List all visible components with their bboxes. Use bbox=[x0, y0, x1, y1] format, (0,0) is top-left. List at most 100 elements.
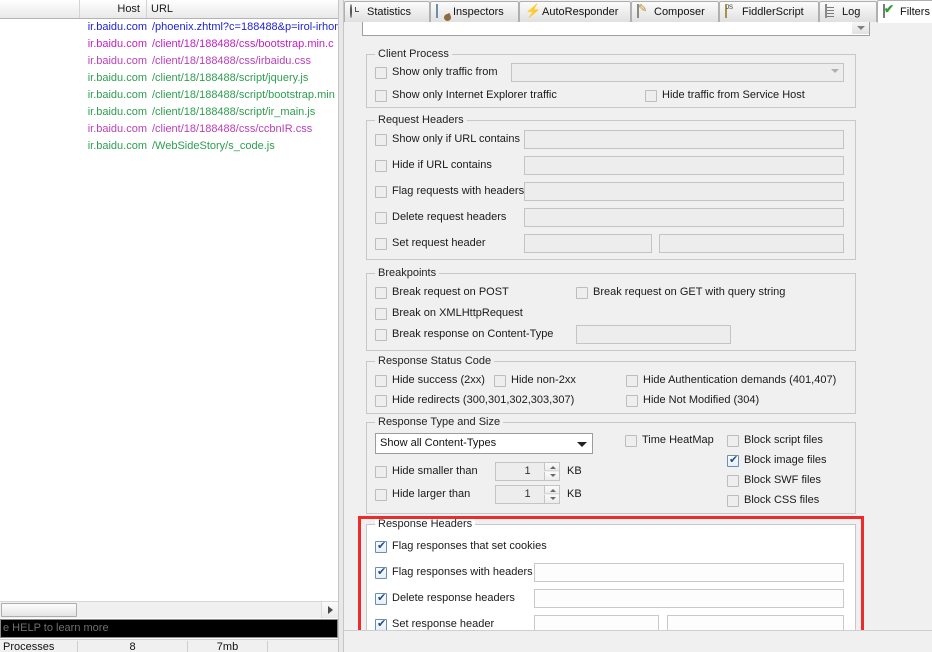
checkbox-hide-larger-than[interactable]: Hide larger than bbox=[375, 487, 470, 502]
checkbox-hide-redirects[interactable]: Hide redirects (300,301,302,303,307) bbox=[375, 393, 574, 408]
tab-filters[interactable]: Filters bbox=[877, 0, 932, 23]
checkbox-box[interactable] bbox=[645, 90, 657, 102]
table-row[interactable]: P ir.baidu.com /client/18/188488/css/irb… bbox=[0, 53, 338, 70]
checkbox-box[interactable] bbox=[626, 375, 638, 387]
checkbox-block-script-files[interactable]: Block script files bbox=[727, 433, 823, 448]
input-set-response-header-name[interactable] bbox=[534, 615, 659, 630]
checkbox-hide-success-2xx[interactable]: Hide success (2xx) bbox=[375, 373, 485, 388]
input-set-response-header-value[interactable] bbox=[667, 615, 844, 630]
checkbox-box[interactable] bbox=[375, 287, 387, 299]
checkbox-block-image-files[interactable]: Block image files bbox=[727, 453, 827, 468]
stepper-up-icon[interactable] bbox=[544, 486, 559, 494]
checkbox-set-response-header[interactable]: Set response header bbox=[375, 617, 494, 630]
horizontal-scrollbar[interactable] bbox=[0, 601, 338, 618]
checkbox-box[interactable] bbox=[375, 395, 387, 407]
tab-composer[interactable]: Composer bbox=[631, 1, 719, 22]
checkbox-show-only-if-url-contains[interactable]: Show only if URL contains bbox=[375, 132, 520, 147]
table-row[interactable]: P ir.baidu.com /client/18/188488/script/… bbox=[0, 104, 338, 121]
checkbox-box[interactable] bbox=[375, 308, 387, 320]
table-row[interactable]: P ir.baidu.com /client/18/188488/css/boo… bbox=[0, 36, 338, 53]
checkbox-box[interactable] bbox=[375, 619, 387, 631]
checkbox-box[interactable] bbox=[375, 329, 387, 341]
checkbox-box[interactable] bbox=[727, 435, 739, 447]
scrollbar-thumb[interactable] bbox=[1, 603, 77, 617]
chevron-down-icon[interactable] bbox=[831, 69, 839, 73]
input-flag-requests-with-headers[interactable] bbox=[524, 182, 844, 201]
column-header-host[interactable]: Host bbox=[80, 0, 147, 18]
checkbox-hide-smaller-than[interactable]: Hide smaller than bbox=[375, 464, 478, 479]
checkbox-box[interactable] bbox=[375, 134, 387, 146]
tab-log[interactable]: Log bbox=[819, 1, 877, 22]
checkbox-break-request-on-get-query[interactable]: Break request on GET with query string bbox=[576, 285, 785, 300]
input-break-response-content-type[interactable] bbox=[576, 325, 731, 344]
checkbox-box[interactable] bbox=[375, 567, 387, 579]
checkbox-hide-non-2xx[interactable]: Hide non-2xx bbox=[494, 373, 576, 388]
checkbox-delete-response-headers[interactable]: Delete response headers bbox=[375, 591, 515, 606]
tab-fiddlerscript[interactable]: FiddlerScript bbox=[719, 1, 819, 22]
input-delete-request-headers[interactable] bbox=[524, 208, 844, 227]
table-row[interactable]: P ir.baidu.com /WebSideStory/s_code.js bbox=[0, 138, 338, 155]
checkbox-box[interactable] bbox=[375, 541, 387, 553]
checkbox-box[interactable] bbox=[375, 238, 387, 250]
table-row[interactable]: P ir.baidu.com /client/18/188488/css/ccb… bbox=[0, 121, 338, 138]
tab-inspectors[interactable]: Inspectors bbox=[430, 1, 519, 22]
scroll-right-button[interactable] bbox=[321, 602, 338, 618]
quickexec-input[interactable]: e HELP to learn more bbox=[0, 619, 338, 638]
stepper-down-icon[interactable] bbox=[544, 495, 559, 503]
checkbox-block-css-files[interactable]: Block CSS files bbox=[727, 493, 819, 508]
input-delete-response-headers[interactable] bbox=[534, 589, 844, 608]
input-show-only-if-url-contains[interactable] bbox=[524, 130, 844, 149]
column-header-protocol[interactable]: ocol bbox=[0, 0, 80, 18]
checkbox-box[interactable] bbox=[375, 593, 387, 605]
checkbox-show-only-ie-traffic[interactable]: Show only Internet Explorer traffic bbox=[375, 88, 557, 103]
checkbox-break-request-on-post[interactable]: Break request on POST bbox=[375, 285, 509, 300]
checkbox-set-request-header[interactable]: Set request header bbox=[375, 236, 486, 251]
checkbox-hide-service-host[interactable]: Hide traffic from Service Host bbox=[645, 88, 805, 103]
checkbox-box[interactable] bbox=[727, 475, 739, 487]
checkbox-box[interactable] bbox=[375, 90, 387, 102]
checkbox-hide-auth-demands[interactable]: Hide Authentication demands (401,407) bbox=[626, 373, 836, 388]
input-hide-if-url-contains[interactable] bbox=[524, 156, 844, 175]
checkbox-show-only-traffic-from[interactable]: Show only traffic from bbox=[375, 65, 498, 80]
tab-statistics[interactable]: Statistics bbox=[344, 1, 430, 22]
status-processes[interactable]: Processes bbox=[0, 641, 78, 652]
chevron-down-icon[interactable] bbox=[852, 22, 869, 34]
checkbox-box[interactable] bbox=[375, 375, 387, 387]
checkbox-box[interactable] bbox=[375, 160, 387, 172]
table-row[interactable]: P ir.baidu.com /client/18/188488/script/… bbox=[0, 70, 338, 87]
checkbox-box[interactable] bbox=[375, 489, 387, 501]
tab-autoresponder[interactable]: AutoResponder bbox=[519, 1, 631, 22]
checkbox-box[interactable] bbox=[375, 67, 387, 79]
input-set-request-header-value[interactable] bbox=[659, 234, 844, 253]
checkbox-box[interactable] bbox=[375, 212, 387, 224]
select-content-types[interactable]: Show all Content-Types bbox=[375, 433, 593, 454]
checkbox-flag-responses-that-set-cookies[interactable]: Flag responses that set cookies bbox=[375, 539, 547, 554]
stepper-hide-larger-than[interactable]: 1 bbox=[495, 485, 560, 504]
input-flag-responses-with-headers[interactable] bbox=[534, 563, 844, 582]
column-header-url[interactable]: URL bbox=[147, 0, 338, 18]
filters-action-dropdown[interactable] bbox=[362, 22, 870, 36]
input-traffic-from-process[interactable] bbox=[511, 63, 844, 82]
checkbox-break-on-xmlhttprequest[interactable]: Break on XMLHttpRequest bbox=[375, 306, 523, 321]
checkbox-box[interactable] bbox=[494, 375, 506, 387]
checkbox-flag-requests-with-headers[interactable]: Flag requests with headers bbox=[375, 184, 524, 199]
checkbox-box[interactable] bbox=[727, 495, 739, 507]
checkbox-box[interactable] bbox=[375, 186, 387, 198]
checkbox-block-swf-files[interactable]: Block SWF files bbox=[727, 473, 821, 488]
checkbox-hide-if-url-contains[interactable]: Hide if URL contains bbox=[375, 158, 492, 173]
checkbox-box[interactable] bbox=[375, 466, 387, 478]
checkbox-delete-request-headers[interactable]: Delete request headers bbox=[375, 210, 506, 225]
checkbox-box[interactable] bbox=[626, 395, 638, 407]
checkbox-box[interactable] bbox=[727, 455, 739, 467]
stepper-down-icon[interactable] bbox=[544, 472, 559, 480]
checkbox-box[interactable] bbox=[576, 287, 588, 299]
table-row[interactable]: P ir.baidu.com /phoenix.zhtml?c=188488&p… bbox=[0, 19, 338, 36]
checkbox-break-response-on-content-type[interactable]: Break response on Content-Type bbox=[375, 327, 553, 342]
stepper-up-icon[interactable] bbox=[544, 463, 559, 471]
checkbox-time-heatmap[interactable]: Time HeatMap bbox=[625, 433, 714, 448]
input-set-request-header-name[interactable] bbox=[524, 234, 652, 253]
checkbox-hide-not-modified[interactable]: Hide Not Modified (304) bbox=[626, 393, 759, 408]
checkbox-flag-responses-with-headers[interactable]: Flag responses with headers bbox=[375, 565, 533, 580]
chevron-down-icon[interactable] bbox=[577, 442, 587, 447]
checkbox-box[interactable] bbox=[625, 435, 637, 447]
